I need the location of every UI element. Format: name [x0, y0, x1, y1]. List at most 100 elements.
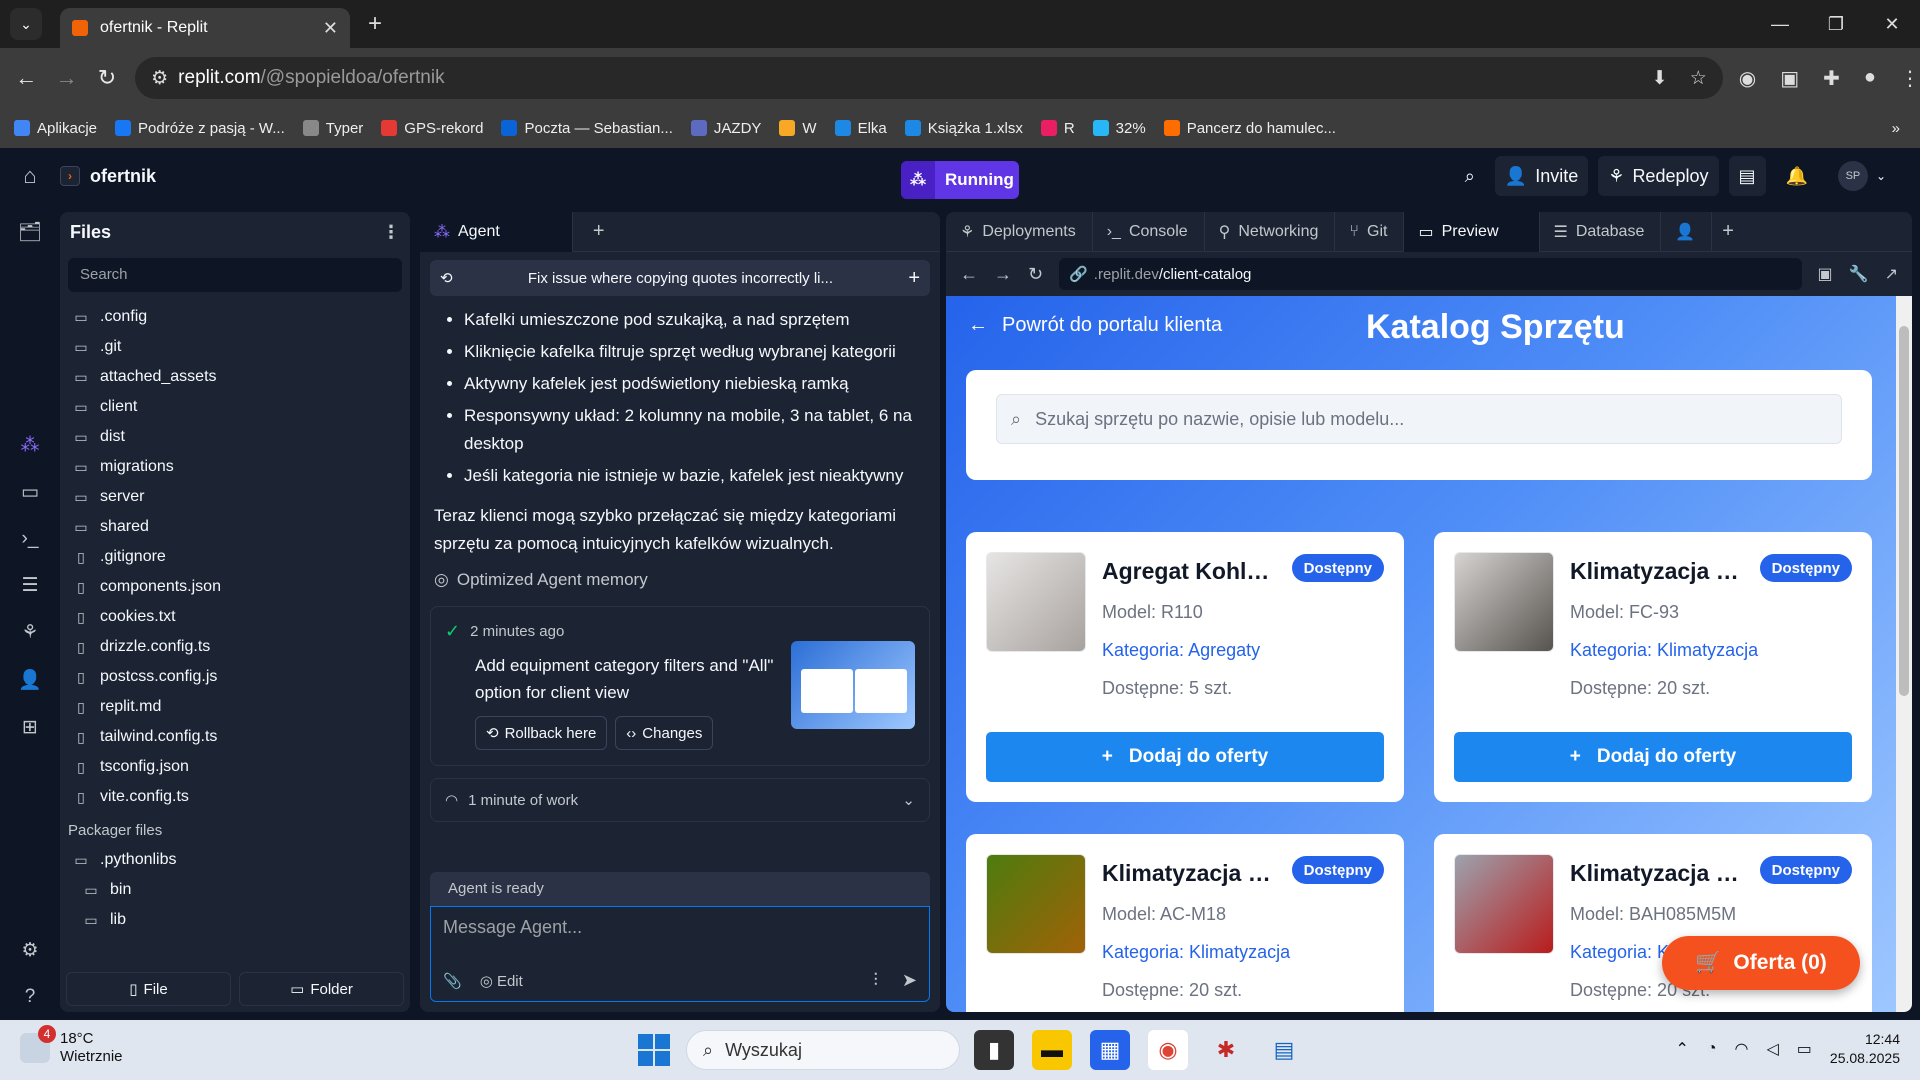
- camera-extension-icon[interactable]: ◉: [1739, 66, 1756, 91]
- files-tool-icon[interactable]: 🗂: [18, 220, 42, 244]
- all-tools-icon[interactable]: ⊞: [22, 716, 38, 739]
- file-tree-item[interactable]: ▯ drizzle.config.ts: [60, 632, 410, 662]
- more-bookmarks-icon[interactable]: »: [1892, 120, 1900, 137]
- back-arrow-icon[interactable]: ←: [6, 65, 46, 91]
- checkpoint-screenshot[interactable]: [791, 641, 915, 729]
- file-tree-item[interactable]: ▭ bin: [60, 875, 410, 905]
- file-tree-item[interactable]: ▭ lib: [60, 905, 410, 935]
- bookmark-item[interactable]: Pancerz do hamulec...: [1163, 120, 1336, 137]
- changes-button[interactable]: ‹› Changes: [615, 716, 714, 750]
- add-tab-icon[interactable]: +: [1712, 220, 1744, 243]
- deploy-options-icon[interactable]: ▤: [1728, 156, 1766, 196]
- new-tab-icon[interactable]: +: [368, 10, 382, 38]
- tab-search-button[interactable]: ⌄: [10, 8, 42, 40]
- equipment-search-input[interactable]: ⌕ Szukaj sprzętu po nazwie, opisie lub m…: [996, 394, 1842, 444]
- file-explorer-icon[interactable]: ▬: [1032, 1030, 1072, 1070]
- file-tree-item[interactable]: ▯ tsconfig.json: [60, 752, 410, 782]
- volume-icon[interactable]: ◁: [1766, 1039, 1778, 1059]
- file-tree-item[interactable]: ▭ .pythonlibs: [60, 845, 410, 875]
- browser-menu-icon[interactable]: ⋮: [1900, 66, 1920, 91]
- bookmark-item[interactable]: 32%: [1092, 120, 1146, 137]
- tabs-extension-icon[interactable]: ▣: [1780, 66, 1799, 91]
- repl-title[interactable]: › ofertnik: [60, 166, 156, 187]
- add-to-offer-button[interactable]: + Dodaj do oferty: [986, 732, 1384, 782]
- file-tree-item[interactable]: ▯ replit.md: [60, 692, 410, 722]
- open-new-window-icon[interactable]: ↗: [1885, 264, 1898, 284]
- restore-icon[interactable]: ❐: [1808, 14, 1864, 35]
- bookmark-item[interactable]: R: [1040, 120, 1075, 137]
- tab-overflow[interactable]: 👤: [1661, 212, 1713, 252]
- weather-widget[interactable]: 4 18°C Wietrznie: [20, 1025, 123, 1066]
- file-tree-item[interactable]: ▭ shared: [60, 512, 410, 542]
- file-tree-item[interactable]: ▭ server: [60, 482, 410, 512]
- start-button[interactable]: [638, 1034, 670, 1066]
- tab-networking[interactable]: ⚲ Networking: [1205, 212, 1336, 252]
- file-tree-item[interactable]: ▯ vite.config.ts: [60, 782, 410, 812]
- browser-tab[interactable]: ofertnik - Replit ✕: [60, 8, 350, 48]
- bookmark-item[interactable]: JAZDY: [690, 120, 761, 137]
- offer-cart-button[interactable]: 🛒 Oferta (0): [1662, 936, 1860, 990]
- close-tab-icon[interactable]: ✕: [323, 18, 338, 39]
- preview-url-field[interactable]: 🔗 .replit.dev /client-catalog: [1059, 258, 1802, 290]
- database-tool-icon[interactable]: ☰: [21, 574, 38, 597]
- notifications-bell-icon[interactable]: 🔔: [1776, 156, 1818, 196]
- chrome-icon[interactable]: ◉: [1148, 1030, 1188, 1070]
- file-tree-item[interactable]: ▭ dist: [60, 422, 410, 452]
- preview-scrollbar[interactable]: [1896, 296, 1912, 1012]
- console-tool-icon[interactable]: ›_: [22, 528, 39, 550]
- preview-reload-icon[interactable]: ↻: [1028, 264, 1043, 285]
- app-icon[interactable]: ✱: [1206, 1030, 1246, 1070]
- battery-icon[interactable]: ▭: [1797, 1039, 1812, 1059]
- deployments-tool-icon[interactable]: ⚘: [21, 621, 38, 644]
- forward-arrow-icon[interactable]: →: [46, 65, 86, 91]
- install-app-icon[interactable]: ⬇: [1652, 67, 1668, 90]
- bookmark-item[interactable]: Typer: [302, 120, 363, 137]
- devtools-wrench-icon[interactable]: 🔧: [1849, 264, 1869, 284]
- files-search-input[interactable]: Search: [68, 258, 402, 292]
- profile-avatar-icon[interactable]: ●: [1864, 66, 1876, 91]
- tab-deployments[interactable]: ⚘ Deployments: [946, 212, 1093, 252]
- new-thread-icon[interactable]: +: [908, 267, 920, 290]
- bookmark-item[interactable]: Książka 1.xlsx: [904, 120, 1023, 137]
- file-tree-item[interactable]: ▯ .gitignore: [60, 542, 410, 572]
- settings-sliders-icon[interactable]: ⫶: [873, 970, 878, 991]
- preview-tool-icon[interactable]: ▭: [21, 481, 39, 504]
- taskbar-search[interactable]: ⌕ Wyszukaj: [686, 1030, 960, 1070]
- wifi-icon[interactable]: ◠: [1735, 1039, 1749, 1059]
- attach-icon[interactable]: 📎: [443, 972, 462, 990]
- file-tree-item[interactable]: ▭ attached_assets: [60, 362, 410, 392]
- new-folder-button[interactable]: ▭ Folder: [239, 972, 404, 1006]
- agent-tool-icon[interactable]: ⁂: [21, 434, 40, 457]
- home-icon[interactable]: ⌂: [0, 163, 60, 189]
- edit-mode-button[interactable]: ◎ Edit: [480, 972, 523, 990]
- store-icon[interactable]: ▦: [1090, 1030, 1130, 1070]
- file-tree-item[interactable]: ▭ migrations: [60, 452, 410, 482]
- file-tree-item[interactable]: ▯ tailwind.config.ts: [60, 722, 410, 752]
- file-tree-item[interactable]: ▯ postcss.config.js: [60, 662, 410, 692]
- back-to-portal-link[interactable]: ← Powrót do portalu klienta: [968, 314, 1222, 337]
- file-tree-item[interactable]: ▭ client: [60, 392, 410, 422]
- account-menu[interactable]: SP ⌄: [1828, 156, 1896, 196]
- extensions-puzzle-icon[interactable]: ✚: [1823, 66, 1840, 91]
- settings-tool-icon[interactable]: ⚙: [21, 939, 38, 962]
- bookmark-item[interactable]: Poczta — Sebastian...: [501, 120, 673, 137]
- task-view-icon[interactable]: ▮: [974, 1030, 1014, 1070]
- devices-icon[interactable]: ▣: [1818, 264, 1833, 284]
- tab-console[interactable]: ›_ Console: [1093, 212, 1205, 252]
- tab-database[interactable]: ☰ Database: [1540, 212, 1662, 252]
- history-icon[interactable]: ⟲: [440, 269, 453, 287]
- bookmark-item[interactable]: Elka: [834, 120, 887, 137]
- chevron-up-icon[interactable]: ⌃: [1675, 1039, 1688, 1059]
- files-menu-icon[interactable]: ⋮: [382, 222, 400, 243]
- preview-forward-icon[interactable]: →: [994, 264, 1012, 285]
- site-info-icon[interactable]: ⚙: [151, 67, 168, 90]
- rollback-button[interactable]: ⟲ Rollback here: [475, 716, 608, 750]
- tab-git[interactable]: ⑂ Git: [1335, 212, 1405, 252]
- agent-message-input[interactable]: Message Agent...: [431, 907, 929, 948]
- vpn-icon[interactable]: ◔: [1707, 1040, 1717, 1058]
- minimize-icon[interactable]: —: [1752, 14, 1808, 35]
- send-icon[interactable]: ➤: [902, 970, 917, 991]
- bookmark-item[interactable]: W: [779, 120, 817, 137]
- file-tree-item[interactable]: ▯ cookies.txt: [60, 602, 410, 632]
- run-button[interactable]: ⁂ Running: [901, 161, 1019, 199]
